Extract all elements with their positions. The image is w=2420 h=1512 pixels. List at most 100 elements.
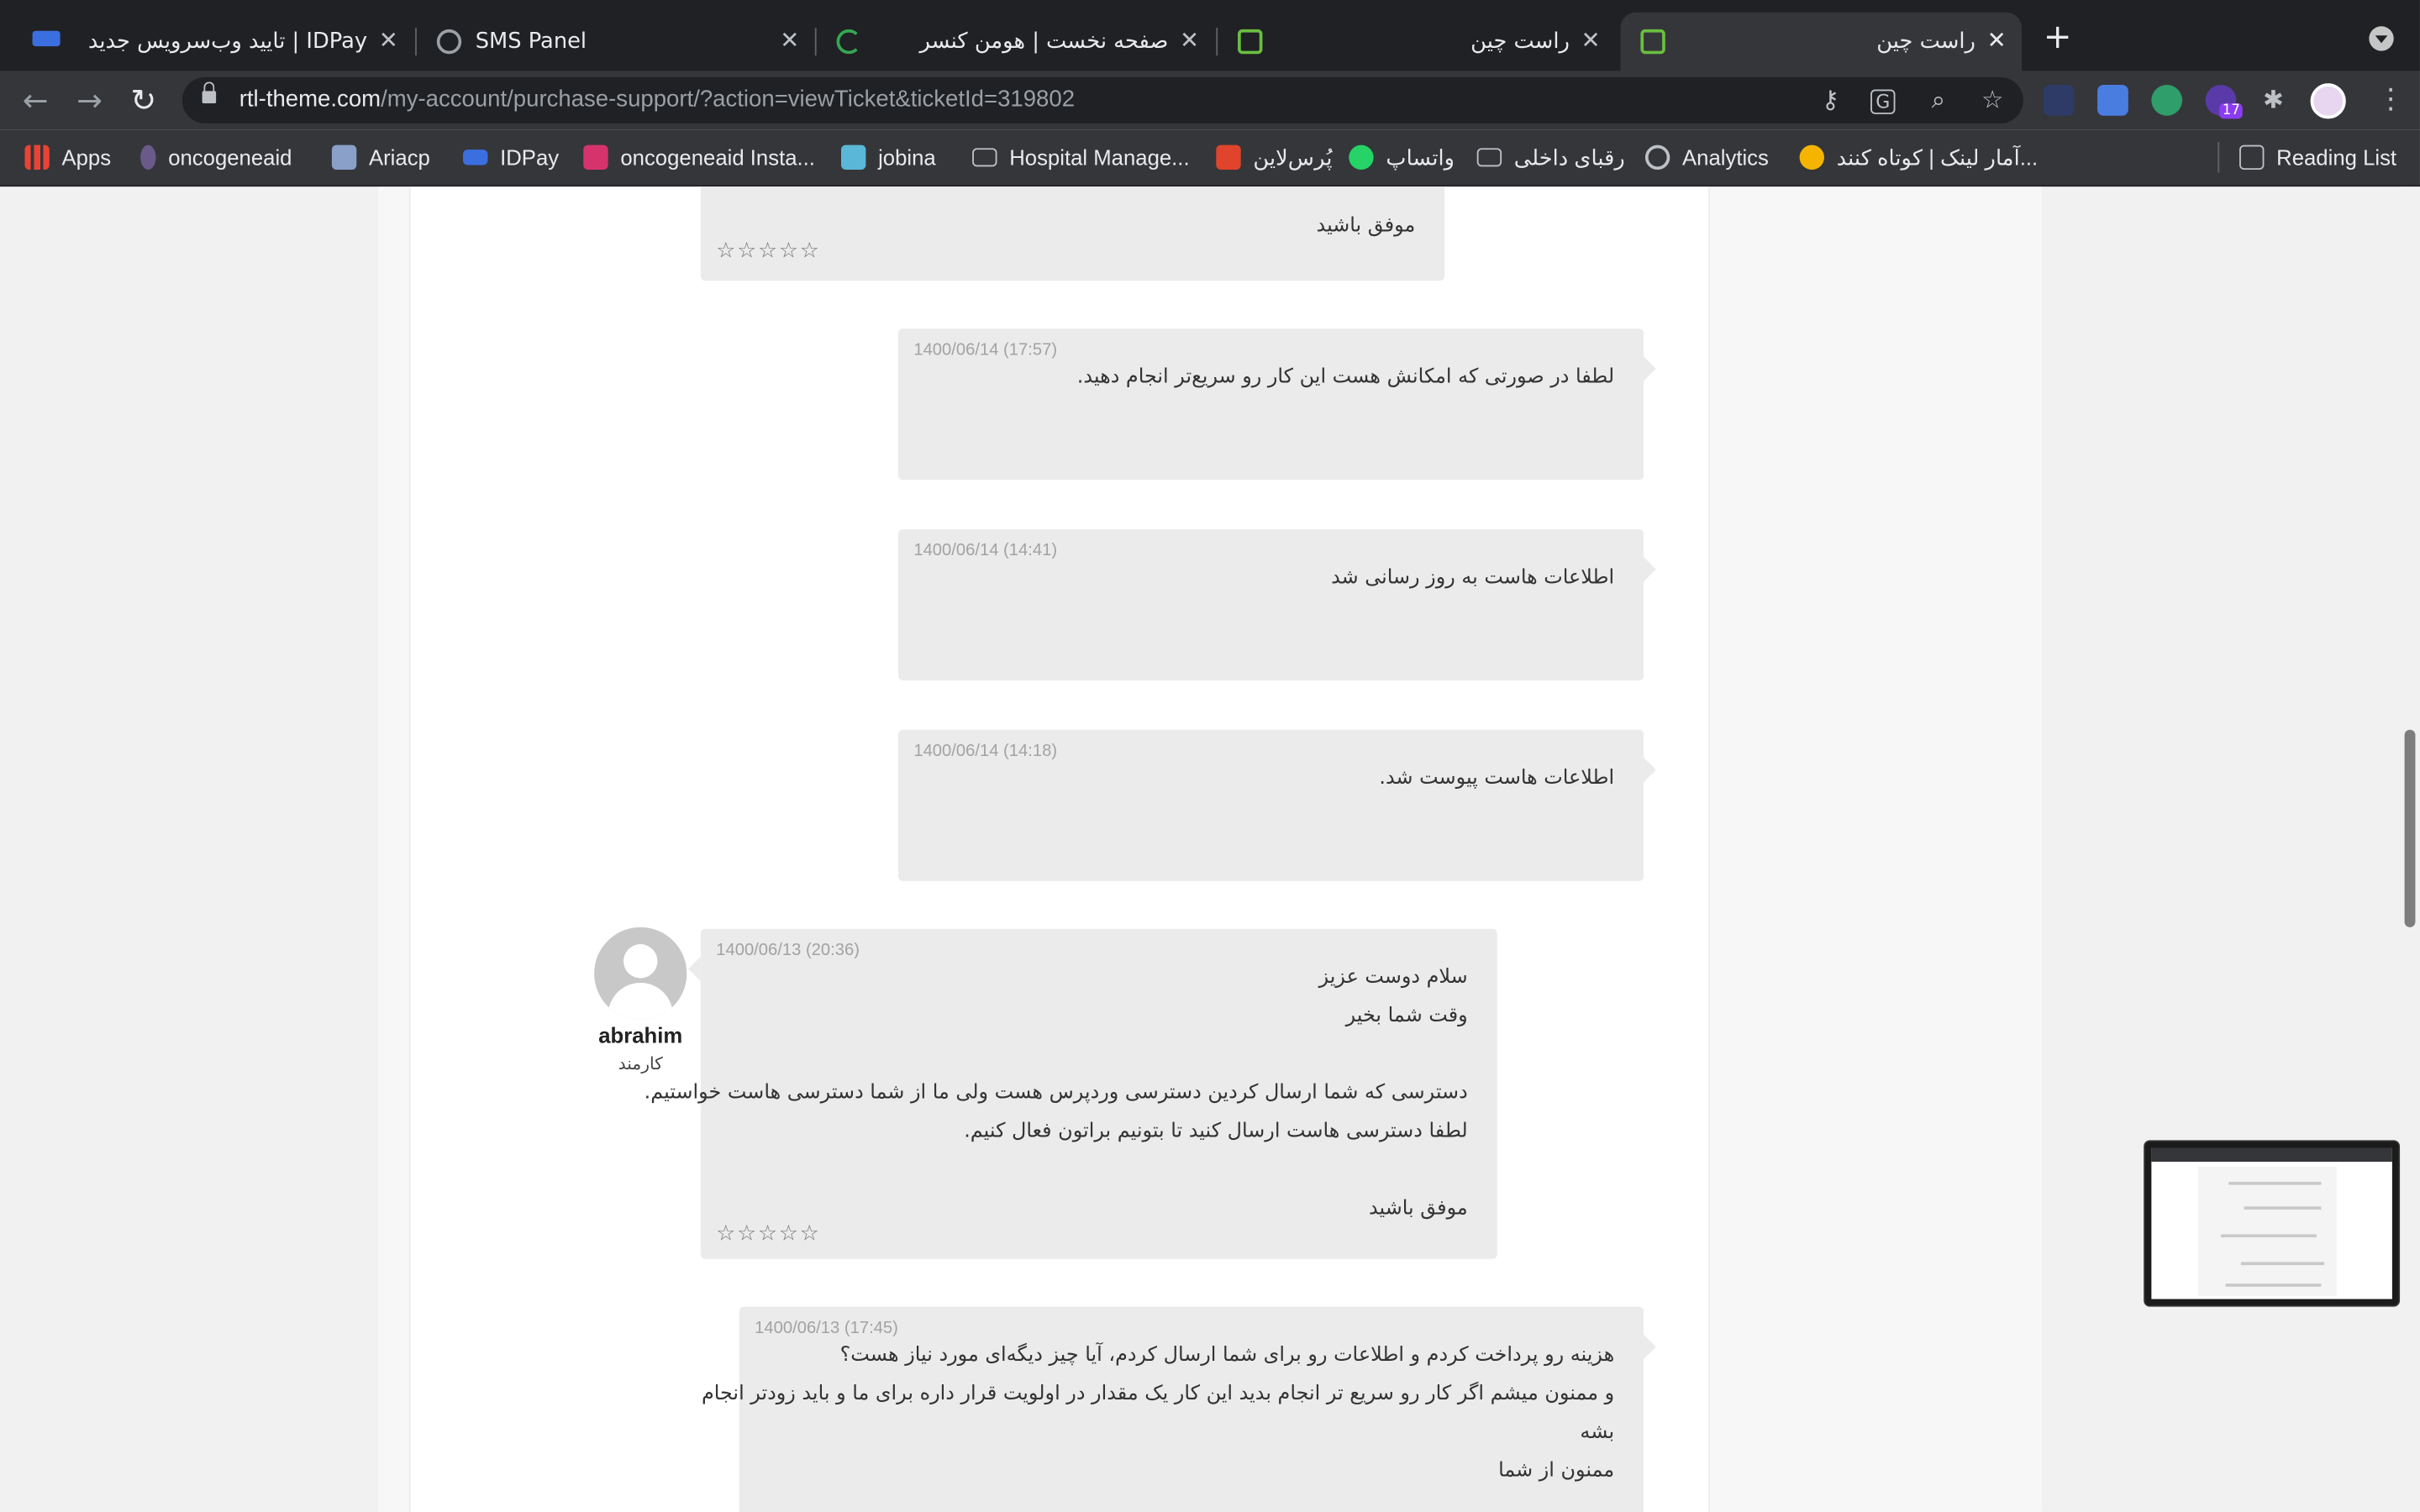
- bookmark-label: رقبای داخلی: [1513, 144, 1625, 170]
- preview-line: [2228, 1181, 2322, 1185]
- bookmark-porsline[interactable]: پُرس‌لاین: [1216, 144, 1333, 171]
- message-text: موفق باشید: [1316, 214, 1416, 238]
- bookmark-competitors[interactable]: رقبای داخلی: [1476, 144, 1625, 171]
- message-date: 1400/06/14 (17:57): [913, 340, 1058, 360]
- profile-avatar[interactable]: [2310, 83, 2346, 119]
- globe-icon: [1644, 144, 1670, 171]
- tab-idpay[interactable]: تایید وب‌سرویس جدید | IDPay ✕: [0, 13, 413, 71]
- bubble-arrow: [1644, 757, 1656, 783]
- rating-stars[interactable]: ☆☆☆☆☆: [716, 239, 820, 264]
- bubble-arrow: [1644, 1334, 1656, 1360]
- message-date: 1400/06/14 (14:41): [913, 541, 1058, 560]
- tab-title: راست چین: [1470, 29, 1570, 55]
- tab-sms-panel[interactable]: SMS Panel ✕: [417, 13, 815, 71]
- key-icon[interactable]: ⚷: [1817, 86, 1844, 114]
- bookmarks-bar: Apps oncogeneaid Ariacp IDPay oncogeneai…: [0, 129, 2420, 187]
- customer-message: 1400/06/14 (17:57) لطفا در صورتی که امکا…: [897, 328, 1656, 480]
- close-icon[interactable]: ✕: [780, 26, 799, 54]
- menu-kebab-icon[interactable]: ⋮: [2377, 86, 2405, 114]
- instagram-icon: [583, 144, 608, 171]
- reload-icon[interactable]: ↻: [124, 81, 164, 121]
- rating-stars[interactable]: ☆☆☆☆☆: [716, 1222, 820, 1247]
- bookmark-ariacp[interactable]: Ariacp: [331, 144, 430, 171]
- bookmark-analytics[interactable]: Analytics: [1644, 144, 1769, 171]
- globe-icon: [436, 29, 462, 55]
- scrollbar-thumb[interactable]: [2404, 729, 2416, 927]
- tab-rtl-theme-active[interactable]: راست چین ✕: [1620, 12, 2023, 71]
- bookmark-instagram[interactable]: oncogeneaid Insta...: [583, 144, 815, 171]
- lock-icon: [202, 81, 217, 104]
- tab-rtl-theme-1[interactable]: راست چین ✕: [1218, 13, 1616, 71]
- address-bar[interactable]: rtl-theme.com/my-account/purchase-suppor…: [182, 76, 2023, 123]
- bookmark-label: پُرس‌لاین: [1253, 144, 1333, 170]
- tab-title: صفحه نخست | هومن کنسر: [919, 29, 1169, 55]
- staff-role: کارمند: [618, 1053, 663, 1074]
- bookmark-label: oncogeneaid: [168, 144, 292, 171]
- bookmark-jobina[interactable]: jobina: [841, 144, 936, 171]
- customer-message: 1400/06/13 (17:45) هزینه رو پرداخت کردم …: [702, 1306, 1656, 1512]
- vpn-extension-icon[interactable]: [2151, 85, 2183, 116]
- puzzle-icon[interactable]: ✱: [2260, 86, 2287, 114]
- message-text: و ممنون میشم اگر کار رو سریع تر انجام بد…: [701, 1382, 1615, 1406]
- message-text: لطفا در صورتی که امکانش هست این کار رو س…: [1076, 365, 1615, 389]
- tab-search-icon[interactable]: [2369, 26, 2394, 51]
- bookmark-star-icon[interactable]: ☆: [1979, 86, 2007, 114]
- bookmark-label: IDPay: [500, 144, 560, 171]
- message-text: سلام دوست عزیز: [1318, 965, 1468, 990]
- preview-page: [2197, 1166, 2337, 1296]
- bookmarks-divider: [2217, 141, 2220, 173]
- page-scrollbar[interactable]: [2400, 186, 2420, 1512]
- bookmark-oncogeneaid[interactable]: oncogeneaid: [140, 144, 292, 171]
- tab-homan-cancer[interactable]: صفحه نخست | هومن کنسر ✕: [817, 13, 1215, 71]
- bubble-arrow: [688, 956, 701, 982]
- translate-icon[interactable]: G: [1870, 89, 1896, 114]
- back-icon[interactable]: ←: [15, 81, 55, 121]
- loading-spinner-icon: [836, 29, 861, 55]
- bubble-arrow: [1644, 557, 1656, 582]
- message-text: دسترسی که شما ارسال کردین دسترسی وردپرس …: [644, 1081, 1468, 1105]
- url-path: /my-account/purchase-support/?action=vie…: [381, 86, 1076, 113]
- bookmark-label: آمار لینک | کوتاه کنند...: [1836, 144, 2039, 170]
- close-icon[interactable]: ✕: [1581, 26, 1601, 54]
- close-icon[interactable]: ✕: [1180, 26, 1199, 54]
- new-tab-icon[interactable]: +: [2044, 21, 2072, 55]
- preview-toolbar: [2151, 1147, 2392, 1163]
- bookmark-link-stats[interactable]: آمار لینک | کوتاه کنند...: [1799, 144, 2039, 171]
- bookmark-label: jobina: [878, 144, 936, 171]
- staff-reply-bubble: موفق باشید ☆☆☆☆☆: [700, 186, 1445, 281]
- message-date: 1400/06/14 (14:18): [913, 742, 1058, 761]
- idpay-icon: [463, 150, 488, 165]
- message-date: 1400/06/13 (20:36): [716, 941, 860, 960]
- whatsapp-icon: [1349, 144, 1374, 171]
- screenshot-preview-thumbnail[interactable]: [2144, 1140, 2401, 1307]
- preview-line: [2244, 1206, 2322, 1210]
- preview-screen: [2151, 1147, 2392, 1299]
- customer-message: 1400/06/14 (14:18) اطلاعات هاست پیوست شد…: [897, 729, 1656, 881]
- google-translate-icon[interactable]: [2097, 85, 2128, 116]
- ariacp-icon: [331, 144, 357, 171]
- url-domain: rtl-theme.com: [239, 86, 381, 113]
- bookmark-whatsapp[interactable]: واتساپ: [1349, 144, 1455, 171]
- bookmark-hospital[interactable]: Hospital Manage...: [972, 144, 1190, 171]
- bookmark-label: Ariacp: [368, 144, 430, 171]
- avatar: [594, 927, 687, 1021]
- extension-icon[interactable]: [2043, 85, 2075, 116]
- tab-title: SMS Panel: [475, 29, 587, 55]
- forward-icon[interactable]: →: [70, 81, 110, 121]
- zoom-icon[interactable]: ⌕: [1924, 86, 1952, 114]
- message-text: اطلاعات هاست به روز رسانی شد: [1331, 566, 1615, 590]
- message-text: هزینه رو پرداخت کردم و اطلاعات رو برای ش…: [839, 1343, 1615, 1368]
- message-text: ممنون از شما: [1498, 1459, 1615, 1483]
- bookmark-idpay[interactable]: IDPay: [463, 144, 559, 171]
- preview-line: [2225, 1284, 2322, 1287]
- reading-list-label: Reading List: [2276, 144, 2397, 171]
- link-stats-icon: [1799, 144, 1824, 171]
- reading-list[interactable]: Reading List: [2239, 144, 2396, 171]
- close-icon[interactable]: ✕: [379, 26, 398, 54]
- message-text: موفق باشید: [1368, 1197, 1468, 1221]
- folder-icon: [972, 148, 997, 167]
- url-text[interactable]: rtl-theme.com/my-account/purchase-suppor…: [239, 87, 1075, 113]
- bookmark-apps[interactable]: Apps: [24, 144, 111, 171]
- close-icon[interactable]: ✕: [1987, 26, 2007, 54]
- preview-line: [2240, 1262, 2325, 1266]
